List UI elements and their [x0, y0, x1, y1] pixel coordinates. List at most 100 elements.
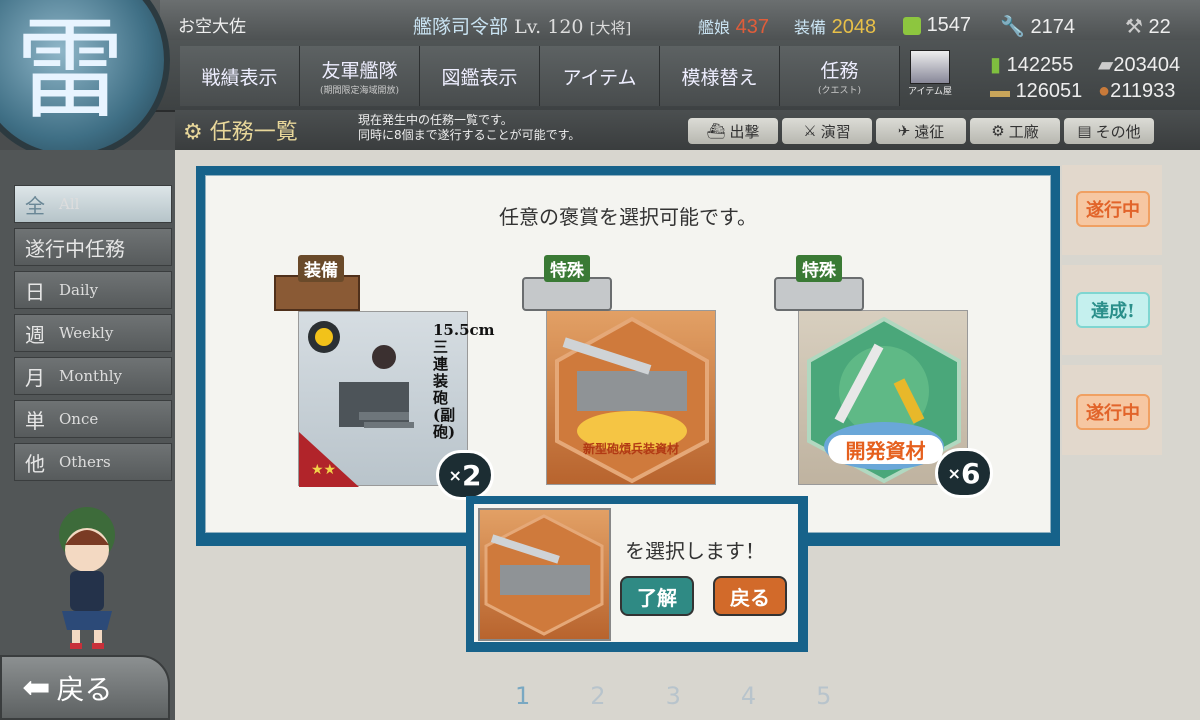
reward-equipment-count-value: 2 — [461, 458, 482, 492]
reward-dev-material-count: × 6 — [935, 448, 993, 498]
main-nav: 戦績表示 友軍艦隊 (期間限定海域開放) 図鑑表示 アイテム 模様替え 任務 (クエ… — [180, 46, 910, 106]
compass-icon: ✈ — [897, 122, 911, 140]
page-2[interactable]: 2 — [590, 682, 605, 710]
filter-all[interactable]: 全 All — [14, 185, 172, 223]
quest-list-title: ⚙ 任務一覧 — [183, 114, 298, 146]
secretary-ship-avatar[interactable] — [32, 495, 142, 650]
pagination: 1 2 3 4 5 — [515, 682, 831, 710]
filter-others-en: Others — [59, 453, 111, 471]
status-tag-in-progress-1: 遂行中 — [1076, 191, 1150, 227]
filter-others[interactable]: 他 Others — [14, 443, 172, 481]
tab-others-label: その他 — [1095, 122, 1141, 141]
bauxite-count: ●211933 — [1098, 80, 1175, 103]
filter-daily[interactable]: 日 Daily — [14, 271, 172, 309]
hq-level: 艦隊司令部 Lv. 120 [大将] — [413, 12, 631, 39]
reward-equipment-category-label: 装備 — [298, 255, 344, 282]
quest-desc-line2: 同時に8個まで遂行することが可能です。 — [358, 128, 581, 142]
page-5[interactable]: 5 — [816, 682, 831, 710]
back-arrow-icon: ⬅ — [22, 667, 51, 708]
nav-items-label: アイテム — [562, 66, 637, 89]
filter-weekly-en: Weekly — [59, 324, 114, 342]
filter-once-jp: 単 — [25, 408, 45, 433]
tab-exercise[interactable]: ⚔ 演習 — [782, 118, 872, 144]
tab-expedition[interactable]: ✈ 遠征 — [876, 118, 966, 144]
confirm-back-button[interactable]: 戻る — [713, 576, 787, 616]
page-4[interactable]: 4 — [741, 682, 756, 710]
reward-card-gun-material[interactable] — [546, 310, 716, 485]
filter-once[interactable]: 単 Once — [14, 400, 172, 438]
filter-weekly-jp: 週 — [25, 322, 45, 347]
page-3[interactable]: 3 — [666, 682, 681, 710]
hq-label: 艦隊司令部 — [413, 16, 509, 38]
filter-once-en: Once — [59, 410, 99, 428]
equip-label: 装備 — [794, 18, 827, 37]
times-icon: × — [947, 463, 961, 483]
back-button-label: 戻る — [56, 672, 113, 706]
nav-library[interactable]: 図鑑表示 — [420, 46, 540, 106]
filter-weekly[interactable]: 週 Weekly — [14, 314, 172, 352]
reward-dev-material-category-label: 特殊 — [796, 255, 842, 282]
nav-library-label: 図鑑表示 — [441, 66, 518, 89]
nav-items[interactable]: アイテム — [540, 46, 660, 106]
ship-icon: ⛴ — [706, 122, 726, 140]
nav-quests[interactable]: 任務 (クエスト) — [780, 46, 900, 106]
equip-count: 装備 2048 — [794, 14, 876, 39]
reward-select-message: 任意の褒賞を選択可能です。 — [499, 205, 757, 229]
filter-others-jp: 他 — [25, 451, 45, 476]
commander-crest: 雷 — [0, 0, 170, 160]
filter-in-progress[interactable]: 遂行中任務 — [14, 228, 172, 266]
ships-label: 艦娘 — [698, 18, 731, 37]
filter-monthly[interactable]: 月 Monthly — [14, 357, 172, 395]
fuel-icon: ▮ — [990, 54, 1002, 76]
reward-equipment-category: 装備 — [272, 255, 362, 311]
reward-gun-material-category-label: 特殊 — [544, 255, 590, 282]
steel-count: ▰203404 — [1098, 52, 1180, 77]
tab-exercise-label: 演習 — [820, 122, 851, 141]
page-1[interactable]: 1 — [515, 682, 530, 710]
reward-dev-material-category: 特殊 — [772, 255, 864, 311]
nav-record[interactable]: 戦績表示 — [180, 46, 300, 106]
confirm-message: を選択します！ — [625, 539, 765, 563]
hq-level-value: Lv. 120 — [514, 16, 584, 38]
quest-list-title-text: 任務一覧 — [209, 120, 298, 145]
nav-quests-label: 任務 — [820, 60, 859, 82]
nav-record-label: 戦績表示 — [201, 66, 278, 89]
hq-rank: [大将] — [589, 19, 632, 37]
reward-gun-material-category: 特殊 — [520, 255, 612, 311]
back-button[interactable]: ⬅ 戻る — [0, 655, 170, 720]
steel-value: 203404 — [1113, 54, 1181, 76]
reward-dev-material-count-value: 6 — [960, 456, 981, 490]
reward-equipment-count: × 2 — [436, 450, 494, 500]
filter-in-progress-jp: 遂行中任務 — [25, 236, 125, 261]
fuel-value: 142255 — [1006, 54, 1074, 76]
nav-furniture[interactable]: 模様替え — [660, 46, 780, 106]
tab-expedition-label: 遠征 — [914, 122, 945, 141]
nav-friend-fleet[interactable]: 友軍艦隊 (期間限定海域開放) — [300, 46, 420, 106]
bauxite-value: 211933 — [1110, 80, 1176, 102]
tab-others[interactable]: ▤ その他 — [1064, 118, 1154, 144]
selected-reward-image — [478, 508, 611, 641]
tab-sortie[interactable]: ⛴ 出撃 — [688, 118, 778, 144]
item-shop-button[interactable]: アイテム屋 — [903, 50, 957, 98]
ammo-count: ▬ 126051 — [990, 80, 1082, 103]
confirm-ok-button[interactable]: 了解 — [620, 576, 694, 616]
quest-category-tabs: ⛴ 出撃 ⚔ 演習 ✈ 遠征 ⚙ 工廠 ▤ その他 — [688, 118, 1154, 144]
filter-daily-jp: 日 — [25, 279, 45, 304]
exercise-icon: ⚔ — [803, 122, 817, 140]
ships-value: 437 — [735, 16, 769, 38]
hammer-icon: ⚒ — [1125, 16, 1143, 38]
devmat-value: 2174 — [1030, 16, 1075, 38]
steel-icon: ▰ — [1098, 54, 1114, 76]
bauxite-icon: ● — [1098, 80, 1111, 102]
wrench-icon: ⚙ — [991, 122, 1005, 140]
bucket-value: 1547 — [926, 14, 972, 36]
filter-daily-en: Daily — [59, 281, 99, 299]
toolbox-icon — [522, 277, 612, 311]
quest-desc-line1: 現在発生中の任務一覧です。 — [358, 113, 513, 127]
screwdriver-icon: 🔧 — [1000, 16, 1025, 38]
tab-arsenal[interactable]: ⚙ 工廠 — [970, 118, 1060, 144]
nav-friend-fleet-sub: (期間限定海域開放) — [319, 86, 400, 96]
fuel-count: ▮ 142255 — [990, 52, 1073, 77]
improve-count: ⚒ 22 — [1125, 14, 1171, 39]
book-icon: ▤ — [1077, 122, 1092, 140]
